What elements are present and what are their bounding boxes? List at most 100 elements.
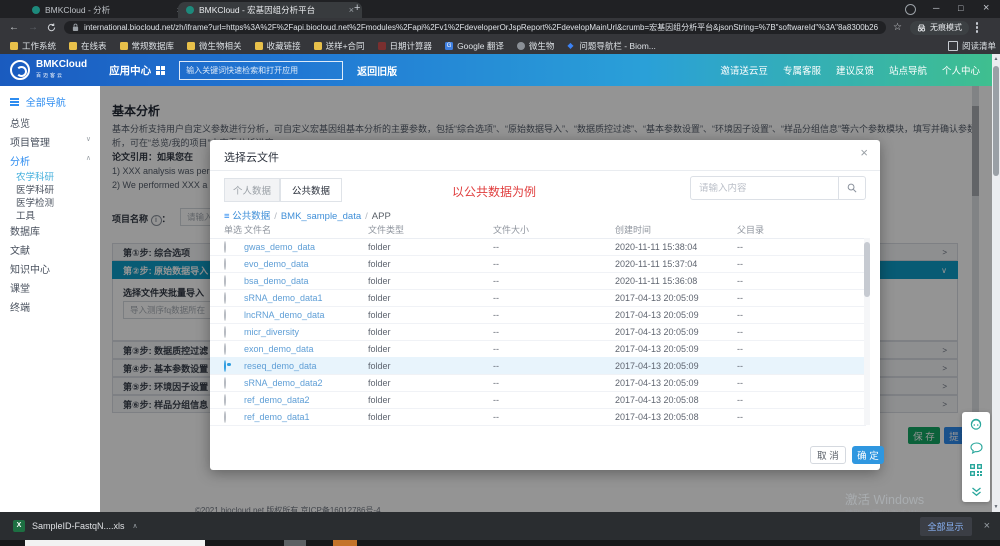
confirm-button[interactable]: 确 定 — [852, 446, 884, 464]
radio-unselected[interactable] — [224, 394, 226, 406]
taskbar-search-box[interactable] — [25, 540, 205, 546]
scrollbar-thumb[interactable] — [993, 66, 999, 176]
table-row[interactable]: evo_demo_data folder-- 2020-11-11 15:37:… — [210, 255, 866, 273]
bookmark-item[interactable]: 收藏链接 — [255, 40, 301, 52]
browser-tab-1[interactable]: BMKCloud - 分析 — [24, 2, 190, 18]
sidebar-item-literature[interactable]: 文献 — [10, 242, 30, 257]
radio-unselected[interactable] — [224, 411, 226, 423]
back-icon[interactable]: ← — [9, 22, 19, 33]
taskbar-app-icon[interactable] — [284, 540, 306, 546]
sidebar-item-overview[interactable]: 总览 — [10, 115, 30, 130]
file-name-link[interactable]: ref_demo_data1 — [244, 412, 368, 422]
menu-personal[interactable]: 个人中心 — [942, 63, 980, 77]
sidebar-item-project-mgmt[interactable]: 项目管理 — [10, 134, 50, 149]
file-name-link[interactable]: lncRNA_demo_data — [244, 310, 368, 320]
sidebar-item-terminal[interactable]: 终端 — [10, 299, 30, 314]
table-row[interactable]: bsa_demo_data folder-- 2020-11-11 15:36:… — [210, 272, 866, 290]
table-row[interactable]: micr_diversity folder-- 2017-04-13 20:05… — [210, 323, 866, 341]
window-minimize-button[interactable] — [933, 3, 939, 13]
table-scrollbar[interactable] — [864, 238, 870, 425]
bookmark-item[interactable]: 送样+合同 — [314, 40, 365, 52]
sidebar-item-classroom[interactable]: 课堂 — [10, 280, 30, 295]
file-name-link[interactable]: reseq_demo_data — [244, 361, 368, 371]
table-row[interactable]: sRNA_demo_data2 folder-- 2017-04-13 20:0… — [210, 374, 866, 392]
show-all-downloads-button[interactable]: 全部显示 — [920, 517, 972, 536]
bookmark-item[interactable]: 微生物相关 — [187, 40, 242, 52]
sidebar-item-agri-research[interactable]: 农学科研 — [16, 169, 54, 183]
forward-icon[interactable]: → — [28, 22, 38, 33]
new-tab-button[interactable] — [354, 2, 360, 14]
chat-icon[interactable] — [970, 442, 983, 454]
menu-feedback[interactable]: 建议反馈 — [836, 63, 874, 77]
sidebar-nav-all[interactable]: 全部导航 — [10, 94, 66, 109]
file-name-link[interactable]: exon_demo_data — [244, 344, 368, 354]
dialog-close-icon[interactable]: × — [860, 145, 868, 160]
scrollbar-thumb[interactable] — [864, 242, 870, 297]
tab-personal-data[interactable]: 个人数据 — [224, 178, 280, 202]
bookmark-star-icon[interactable] — [893, 22, 902, 33]
bookmark-item[interactable]: 微生物 — [517, 40, 555, 52]
table-row[interactable]: exon_demo_data folder-- 2017-04-13 20:05… — [210, 340, 866, 358]
refresh-icon[interactable] — [47, 23, 56, 32]
windows-taskbar[interactable] — [0, 540, 1000, 546]
sidebar-item-database[interactable]: 数据库 — [10, 223, 40, 238]
radio-unselected[interactable] — [224, 326, 226, 338]
table-row-selected[interactable]: reseq_demo_data folder-- 2017-04-13 20:0… — [210, 357, 866, 375]
file-name-link[interactable]: micr_diversity — [244, 327, 368, 337]
radio-unselected[interactable] — [224, 258, 226, 270]
file-name-link[interactable]: sRNA_demo_data2 — [244, 378, 368, 388]
bookmark-item[interactable]: 常规数据库 — [120, 40, 175, 52]
tab-public-data[interactable]: 公共数据 — [280, 178, 342, 202]
bookmark-item[interactable]: 工作系统 — [10, 40, 56, 52]
bookmark-item[interactable]: GGoogle 翻译 — [445, 40, 504, 52]
menu-invite[interactable]: 邀请送云豆 — [720, 63, 768, 77]
download-options-chevron-icon[interactable]: ∧ — [133, 522, 138, 530]
sidebar-item-tools[interactable]: 工具 — [16, 208, 35, 222]
file-name-link[interactable]: bsa_demo_data — [244, 276, 368, 286]
app-center-button[interactable]: 应用中心 — [109, 63, 165, 78]
qr-code-icon[interactable] — [970, 464, 982, 476]
downloaded-file-button[interactable]: SampleID-FastqN....xls — [32, 521, 125, 531]
radio-unselected[interactable] — [224, 292, 226, 304]
bookmark-item[interactable]: 在线表 — [69, 40, 107, 52]
cancel-button[interactable]: 取 消 — [810, 446, 846, 464]
menu-support[interactable]: 专属客服 — [783, 63, 821, 77]
file-name-link[interactable]: gwas_demo_data — [244, 242, 368, 252]
back-to-old-version-link[interactable]: 返回旧版 — [357, 63, 397, 78]
browser-menu-icon[interactable] — [976, 21, 979, 35]
search-button[interactable] — [838, 177, 865, 199]
radio-unselected[interactable] — [224, 377, 226, 389]
sidebar-item-medical-testing[interactable]: 医学检测 — [16, 195, 54, 209]
collapse-double-chevron-icon[interactable] — [971, 487, 982, 497]
table-row[interactable]: sRNA_demo_data1 folder-- 2017-04-13 20:0… — [210, 289, 866, 307]
table-row[interactable]: gwas_demo_data folder-- 2020-11-11 15:38… — [210, 238, 866, 256]
profile-icon[interactable] — [905, 4, 916, 15]
sidebar-item-knowledge[interactable]: 知识中心 — [10, 261, 50, 276]
radio-unselected[interactable] — [224, 275, 226, 287]
downloads-bar-close-icon[interactable]: × — [984, 520, 990, 532]
radio-unselected[interactable] — [224, 241, 226, 253]
radio-selected[interactable] — [224, 360, 226, 372]
file-search-input[interactable] — [691, 183, 838, 194]
browser-tab-2-active[interactable]: BMKCloud - 宏基因组分析平台 — [178, 2, 362, 18]
scroll-up-icon[interactable]: ▲ — [992, 56, 1000, 62]
file-name-link[interactable]: sRNA_demo_data1 — [244, 293, 368, 303]
file-name-link[interactable]: ref_demo_data2 — [244, 395, 368, 405]
table-row[interactable]: ref_demo_data2 folder-- 2017-04-13 20:05… — [210, 391, 866, 409]
menu-sitenav[interactable]: 站点导航 — [889, 63, 927, 77]
address-bar[interactable]: international.biocloud.net/zh/iframe?url… — [64, 21, 886, 34]
sidebar-item-analysis[interactable]: 分析 — [10, 153, 30, 168]
bookmark-item[interactable]: 问题导航栏 - Biom... — [567, 40, 656, 52]
taskbar-app-icon[interactable] — [333, 540, 357, 546]
table-row[interactable]: ref_demo_data1 folder-- 2017-04-13 20:05… — [210, 408, 866, 426]
bookmark-item[interactable]: 日期计算器 — [378, 40, 433, 52]
table-row[interactable]: lncRNA_demo_data folder-- 2017-04-13 20:… — [210, 306, 866, 324]
sidebar-item-medical-research[interactable]: 医学科研 — [16, 182, 54, 196]
reading-list-button[interactable]: 阅读清单 — [948, 40, 996, 52]
radio-unselected[interactable] — [224, 343, 226, 355]
header-search-input[interactable] — [179, 61, 343, 80]
window-close-button[interactable] — [983, 2, 989, 14]
customer-service-icon[interactable] — [969, 417, 983, 431]
radio-unselected[interactable] — [224, 309, 226, 321]
window-maximize-button[interactable] — [958, 3, 963, 13]
